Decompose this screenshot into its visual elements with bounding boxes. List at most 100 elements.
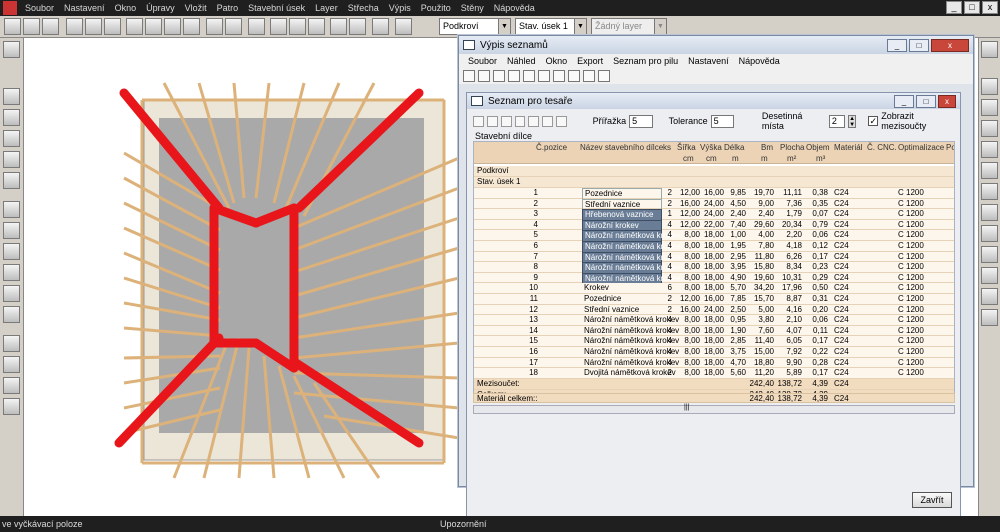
horizontal-scrollbar[interactable]: |||: [473, 404, 955, 414]
menu-stavebni-usek[interactable]: Stavební úsek: [243, 0, 310, 16]
table-row[interactable]: 9 Nárožní námětková krokev 4 8,00 18,00 4,90 1…: [474, 272, 954, 285]
section-select[interactable]: Stav. úsek 1 ▼: [515, 18, 587, 35]
scroll-handle[interactable]: |||: [684, 404, 689, 411]
stairs-tool-icon[interactable]: [3, 201, 20, 218]
layer-select-arrow-icon[interactable]: ▼: [654, 19, 666, 34]
col-ks[interactable]: ks: [663, 143, 671, 152]
measure-icon[interactable]: [372, 18, 389, 35]
menu-strecha[interactable]: Střecha: [343, 0, 384, 16]
table-row[interactable]: 12 Střední vaznice 2 16,00 24,00 2,50 5,00 4,16…: [474, 304, 954, 316]
symbol-tool-icon[interactable]: [3, 356, 20, 373]
list-menu-nastaveni[interactable]: Nastavení: [683, 56, 734, 66]
table-row[interactable]: 2 Střední vaznice 2 16,00 24,00 4,50 9,00 7,36 0…: [474, 198, 954, 211]
zoom-window-icon[interactable]: [164, 18, 181, 35]
walkthrough-icon[interactable]: [981, 225, 998, 242]
dimension-tool-icon[interactable]: [3, 306, 20, 323]
list-menu-napoveda[interactable]: Nápověda: [734, 56, 785, 66]
elevation-icon[interactable]: [981, 162, 998, 179]
carpenter-close-button[interactable]: x: [938, 94, 956, 108]
menu-layer[interactable]: Layer: [310, 0, 343, 16]
menu-patro[interactable]: Patro: [212, 0, 244, 16]
table-view-icon[interactable]: [538, 70, 550, 82]
col-bm[interactable]: Bm: [761, 143, 773, 152]
menu-soubor[interactable]: Soubor: [20, 0, 59, 16]
row-name[interactable]: Nárožní námětková krokev: [582, 358, 679, 368]
row-name[interactable]: Krokev: [582, 283, 662, 293]
outdent-icon[interactable]: [486, 115, 498, 127]
render-icon[interactable]: [981, 204, 998, 221]
table-row[interactable]: 3 Hřebenová vaznice 1 12,00 24,00 2,40 2,40 1,7…: [474, 209, 954, 222]
zoom-out-icon[interactable]: [145, 18, 162, 35]
list-menu-seznam-pro-pilu[interactable]: Seznam pro pilu: [608, 56, 683, 66]
row-name[interactable]: Nárožní námětková krokev: [582, 315, 679, 325]
components-tab[interactable]: Stavební dílce: [475, 131, 532, 141]
roof-icon[interactable]: [330, 18, 347, 35]
row-name[interactable]: Střední vaznice: [582, 305, 662, 315]
menu-vlozit[interactable]: Vložit: [180, 0, 212, 16]
row-name[interactable]: Nárožní námětková krokev: [582, 326, 679, 336]
print-preview-icon[interactable]: [85, 18, 102, 35]
col-optimization[interactable]: Optimalizace: [898, 143, 944, 152]
col-volume[interactable]: Objem: [806, 143, 830, 152]
col-width[interactable]: Šířka: [677, 143, 696, 152]
table-row[interactable]: 7 Nárožní námětková krokev 4 8,00 18,00 2,95 1…: [474, 251, 954, 264]
column-tool-icon[interactable]: [3, 264, 20, 281]
3d-icon[interactable]: [981, 78, 998, 95]
col-pos[interactable]: Č.pozice: [536, 143, 567, 152]
wall-tool-icon[interactable]: [3, 88, 20, 105]
table-row[interactable]: 13 Nárožní námětková krokev 4 8,00 18,00 0,95…: [474, 315, 954, 326]
col-name[interactable]: Název stavebního dílce: [580, 143, 663, 152]
3d-view-icon[interactable]: [248, 18, 265, 35]
col-area[interactable]: Plocha: [780, 143, 804, 152]
list-menu-nahled[interactable]: Náhled: [502, 56, 541, 66]
menu-napoveda[interactable]: Nápověda: [489, 0, 540, 16]
list-maximize-button[interactable]: □: [909, 38, 929, 52]
floor-plan-icon[interactable]: [981, 141, 998, 158]
move-down-icon[interactable]: [514, 115, 526, 127]
move-icon[interactable]: [206, 18, 223, 35]
sort-desc-icon[interactable]: [542, 115, 554, 127]
rotate-icon[interactable]: [225, 18, 242, 35]
menu-okno[interactable]: Okno: [110, 0, 142, 16]
list-menu-okno[interactable]: Okno: [541, 56, 573, 66]
table-row[interactable]: 6 Nárožní námětková krokev 4 8,00 18,00 1,95 7…: [474, 241, 954, 253]
move-up-icon[interactable]: [500, 115, 512, 127]
floor-select-arrow-icon[interactable]: ▼: [498, 19, 510, 34]
table-row[interactable]: 17 Nárožní námětková krokev 4 8,00 18,00 4,70…: [474, 357, 954, 369]
table-row[interactable]: 14 Nárožní námětková krokev 4 8,00 18,00 1,90…: [474, 325, 954, 337]
list-window-titlebar[interactable]: Výpis seznamů _ □ x: [459, 36, 973, 54]
zoom-all-icon[interactable]: [183, 18, 200, 35]
filter-icon[interactable]: [583, 70, 595, 82]
drawing-canvas[interactable]: [24, 38, 460, 516]
floor-select[interactable]: Podkroví ▼: [439, 18, 511, 35]
columns-icon[interactable]: [553, 70, 565, 82]
row-name[interactable]: Nárožní námětková krokev: [582, 336, 679, 346]
settings-icon[interactable]: [598, 70, 610, 82]
table-row[interactable]: 18 Dvojitá námětková krokev 2 8,00 18,00 5,60…: [474, 368, 954, 379]
section-select-arrow-icon[interactable]: ▼: [574, 19, 586, 34]
list-menu-soubor[interactable]: Soubor: [463, 56, 502, 66]
menu-steny[interactable]: Stěny: [456, 0, 489, 16]
layer-select[interactable]: Žádný layer ▼: [591, 18, 667, 35]
house-view-icon[interactable]: [981, 99, 998, 116]
table-row[interactable]: 4 Nárožní krokev 4 12,00 22,00 7,40 29,60 20,34…: [474, 219, 954, 232]
export-icon[interactable]: [981, 309, 998, 326]
window-tool-icon[interactable]: [3, 109, 20, 126]
col-cnc[interactable]: Č. CNC.: [867, 143, 897, 152]
room-tool-icon[interactable]: [3, 151, 20, 168]
table-row[interactable]: 16 Nárožní námětková krokev 4 8,00 18,00 3,75…: [474, 347, 954, 358]
camera-icon[interactable]: [981, 267, 998, 284]
open-file-icon[interactable]: [23, 18, 40, 35]
table-row[interactable]: 1 Pozednice 2 12,00 16,00 9,85 19,70 11,11 0,38 C…: [474, 188, 954, 200]
menu-nastaveni[interactable]: Nastavení: [59, 0, 110, 16]
delete-icon[interactable]: [556, 115, 567, 127]
beam-tool-icon[interactable]: [3, 243, 20, 260]
col-note[interactable]: Poz: [946, 143, 954, 152]
open-icon[interactable]: [463, 70, 475, 82]
grid-icon[interactable]: [270, 18, 287, 35]
slab-tool-icon[interactable]: [3, 222, 20, 239]
zoom-in-icon[interactable]: [126, 18, 143, 35]
spin-down-icon[interactable]: ▼: [849, 122, 855, 128]
sun-icon[interactable]: [981, 246, 998, 263]
close-list-button[interactable]: Zavřít: [912, 492, 952, 508]
